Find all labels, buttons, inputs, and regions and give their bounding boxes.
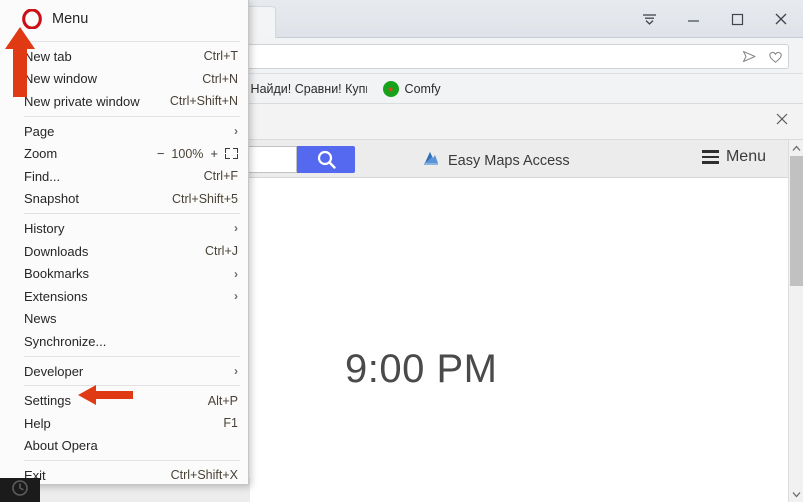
zoom-level: 100%	[171, 146, 204, 161]
menu-item-page[interactable]: Page ›	[0, 120, 248, 143]
menu-item-find[interactable]: Find... Ctrl+F	[0, 165, 248, 188]
menu-item-label: About Opera	[24, 438, 98, 454]
menu-item-shortcut: Ctrl+T	[203, 49, 238, 64]
menu-item-bookmarks[interactable]: Bookmarks ›	[0, 262, 248, 285]
bookmark-favicon: ●	[382, 80, 399, 97]
window-controls	[627, 0, 803, 38]
page-menu-label: Menu	[725, 148, 766, 165]
menu-item-label: Extensions	[24, 288, 88, 304]
menu-item-label: Help	[24, 415, 51, 431]
maximize-icon[interactable]	[715, 0, 759, 38]
opera-logo-icon	[22, 8, 42, 30]
menu-separator	[24, 41, 240, 42]
menu-item-shortcut: Ctrl+Shift+5	[171, 191, 238, 206]
zoom-out-button[interactable]: −	[157, 146, 165, 161]
tab-list-icon[interactable]	[627, 0, 671, 38]
menu-item-shortcut: Ctrl+N	[202, 71, 238, 86]
menu-item-new-window[interactable]: New window Ctrl+N	[0, 68, 248, 91]
menu-item-shortcut: Ctrl+Shift+N	[169, 94, 238, 109]
menu-item-label: Zoom	[24, 146, 58, 162]
menu-item-developer[interactable]: Developer ›	[0, 360, 248, 383]
menu-item-label: Exit	[24, 467, 46, 483]
page-scrollbar[interactable]	[788, 140, 803, 502]
chevron-right-icon: ›	[234, 364, 238, 379]
fullscreen-icon[interactable]	[225, 148, 238, 160]
page-menu-button[interactable]: Menu	[701, 148, 766, 166]
hamburger-icon	[701, 150, 719, 164]
zoom-control: −100% +	[157, 146, 238, 161]
menu-item-label: Find...	[24, 168, 61, 184]
menu-separator	[24, 115, 240, 117]
screenshot-root: heasymapsaccess2.com TKA◡AliExpresslaLam…	[0, 0, 803, 502]
menu-item-downloads[interactable]: Downloads Ctrl+J	[0, 240, 248, 263]
chevron-right-icon: ›	[234, 124, 238, 139]
menu-item-new-private-window[interactable]: New private window Ctrl+Shift+N	[0, 90, 248, 113]
menu-body: New tab Ctrl+T New window Ctrl+N New private…	[0, 41, 248, 487]
close-icon[interactable]	[759, 0, 803, 38]
menu-item-shortcut: Ctrl+F	[203, 169, 238, 184]
bookmark-item[interactable]: ● Comfy	[377, 77, 447, 101]
menu-header: Menu	[0, 0, 248, 38]
clock-display: 9:00 PM	[345, 347, 498, 391]
menu-item-snapshot[interactable]: Snapshot Ctrl+Shift+5	[0, 188, 248, 211]
chevron-right-icon: ›	[234, 289, 238, 304]
taskbar-app-icon[interactable]	[0, 478, 40, 502]
bookmark-label: Найди! Сравни! Купи!	[250, 81, 367, 96]
menu-item-label: History	[24, 220, 65, 236]
menu-item-label: Downloads	[24, 243, 89, 259]
menu-item-label: Bookmarks	[24, 266, 90, 282]
menu-item-help[interactable]: Help F1	[0, 412, 248, 435]
chevron-right-icon: ›	[234, 221, 238, 236]
clock-icon	[11, 479, 29, 502]
scrollbar-thumb[interactable]	[790, 156, 803, 286]
brand: Easy Maps Access	[422, 149, 570, 172]
menu-item-zoom[interactable]: Zoom −100% +	[0, 142, 248, 165]
menu-item-label: New private window	[24, 93, 140, 109]
menu-separator	[24, 460, 240, 462]
menu-item-label: Page	[24, 123, 55, 139]
chevron-right-icon: ›	[234, 266, 238, 281]
menu-separator	[24, 355, 240, 357]
menu-title: Menu	[52, 11, 89, 27]
menu-item-label: Developer	[24, 363, 84, 379]
menu-item-label: News	[24, 311, 57, 327]
chevron-down-icon[interactable]	[789, 486, 803, 502]
menu-item-label: New window	[24, 71, 97, 87]
menu-item-label: New tab	[24, 48, 72, 64]
menu-item-label: Snapshot	[24, 191, 79, 207]
minimize-icon[interactable]	[671, 0, 715, 38]
menu-item-news[interactable]: News	[0, 308, 248, 331]
menu-item-shortcut: Ctrl+J	[205, 244, 238, 259]
menu-item-synchronize[interactable]: Synchronize...	[0, 330, 248, 353]
heart-icon[interactable]	[762, 45, 788, 69]
send-icon[interactable]	[736, 45, 762, 69]
map-marker-icon	[422, 149, 440, 172]
opera-main-menu: Menu New tab Ctrl+T New window Ctrl+N New pr…	[0, 0, 249, 485]
arrow-up-to-menu-button	[4, 27, 36, 102]
menu-item-extensions[interactable]: Extensions ›	[0, 285, 248, 308]
menu-item-shortcut: Alt+P	[207, 393, 238, 408]
bookmark-label: Comfy	[404, 81, 441, 96]
arrow-left-to-settings	[78, 384, 133, 411]
notification-close-icon[interactable]	[775, 112, 789, 131]
menu-item-label: Synchronize...	[24, 333, 107, 349]
zoom-in-button[interactable]: +	[210, 146, 218, 161]
menu-item-history[interactable]: History ›	[0, 217, 248, 240]
menu-item-shortcut: Ctrl+Shift+X	[170, 468, 238, 483]
menu-separator	[24, 213, 240, 215]
brand-name: Easy Maps Access	[448, 152, 570, 169]
toolbar-search-button[interactable]	[297, 146, 355, 173]
chevron-up-icon[interactable]	[789, 140, 803, 156]
menu-item-about-opera[interactable]: About Opera	[0, 435, 248, 458]
menu-item-new-tab[interactable]: New tab Ctrl+T	[0, 45, 248, 68]
menu-item-shortcut: F1	[223, 416, 238, 431]
